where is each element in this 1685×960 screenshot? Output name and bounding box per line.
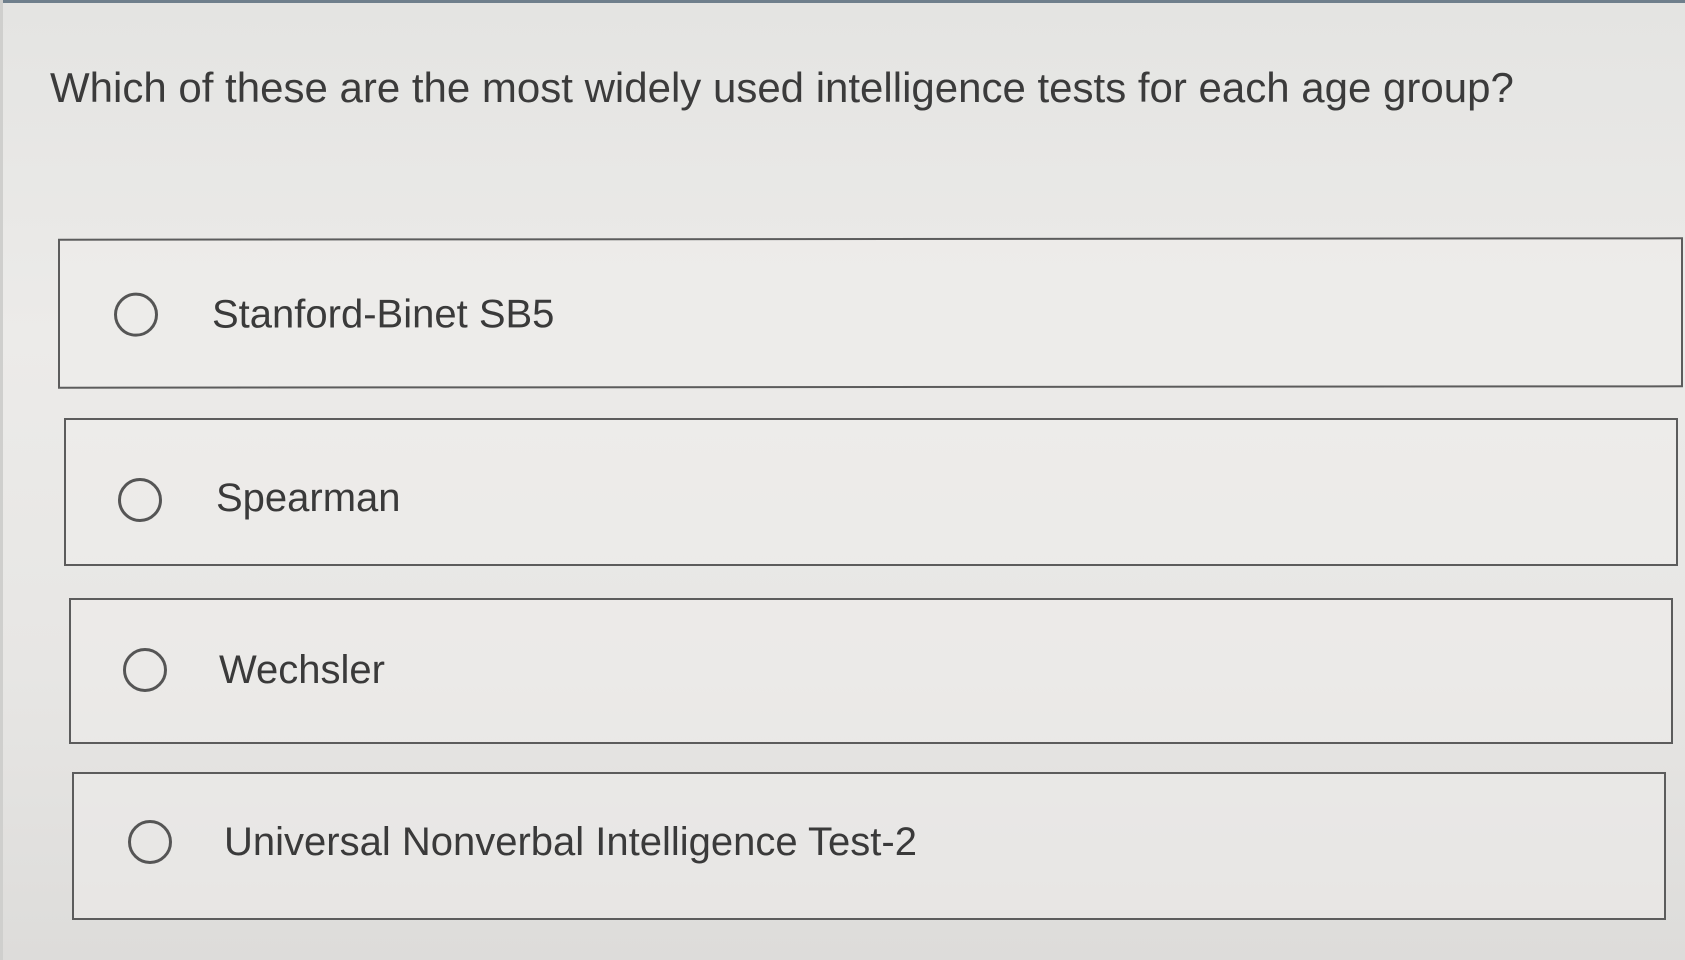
option-wechsler[interactable]: Wechsler — [69, 598, 1673, 744]
option-label: Stanford-Binet SB5 — [212, 292, 555, 337]
option-label: Wechsler — [219, 648, 385, 692]
radio-button-icon[interactable] — [123, 648, 167, 692]
radio-button-icon[interactable] — [118, 478, 162, 522]
option-label: Spearman — [216, 476, 401, 520]
radio-button-icon[interactable] — [128, 820, 172, 864]
option-label: Universal Nonverbal Intelligence Test-2 — [224, 820, 917, 864]
answer-options: Stanford-Binet SB5 Spearman Wechsler Uni… — [0, 0, 1685, 960]
option-stanford-binet[interactable]: Stanford-Binet SB5 — [58, 237, 1683, 389]
option-spearman[interactable]: Spearman — [64, 418, 1678, 566]
radio-button-icon[interactable] — [114, 292, 158, 337]
option-universal-nonverbal[interactable]: Universal Nonverbal Intelligence Test-2 — [72, 772, 1666, 920]
